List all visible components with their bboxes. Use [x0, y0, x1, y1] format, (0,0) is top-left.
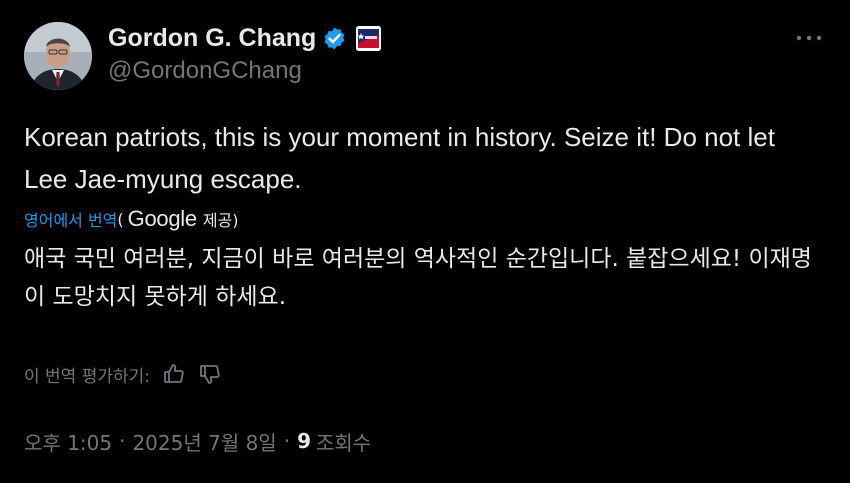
- cpac-badge-icon[interactable]: [356, 25, 382, 51]
- tweet-meta: 오후 1:05 · 2025년 7월 8일 · 9 조회수: [24, 426, 371, 456]
- thumbs-up-icon[interactable]: [162, 362, 186, 386]
- rate-translation-row: 이 번역 평가하기:: [24, 360, 222, 388]
- translation-attribution: 영어에서 번역 ( Google 제공): [24, 205, 239, 233]
- tweet-time[interactable]: 오후 1:05: [24, 427, 112, 456]
- meta-separator: ·: [283, 429, 291, 453]
- translated-from-english-link[interactable]: 영어에서 번역: [24, 207, 117, 231]
- attribution-open-paren: (: [117, 209, 124, 229]
- google-logo: Google: [127, 206, 197, 231]
- rate-translation-label: 이 번역 평가하기:: [24, 366, 151, 387]
- tweet-text: Korean patriots, this is your moment in …: [24, 122, 775, 194]
- author-display-name[interactable]: Gordon G. Chang: [108, 24, 316, 53]
- attribution-suffix: 제공): [202, 211, 239, 230]
- translated-text: 애국 국민 여러분, 지금이 바로 여러분의 역사적인 순간입니다. 붙잡으세요…: [24, 246, 812, 310]
- author-name-row: Gordon G. Chang: [108, 22, 382, 54]
- avatar-photo: [24, 22, 92, 90]
- views-label: 조회수: [315, 430, 372, 455]
- meta-separator: ·: [119, 429, 126, 453]
- author-handle[interactable]: @GordonGChang: [108, 57, 302, 85]
- more-options-icon[interactable]: [792, 28, 826, 48]
- verified-badge-icon[interactable]: [322, 26, 347, 51]
- views-count: 9: [297, 429, 311, 453]
- author-avatar[interactable]: [24, 22, 92, 90]
- thumbs-down-icon[interactable]: [198, 362, 222, 386]
- tweet-date[interactable]: 2025년 7월 8일: [132, 427, 276, 456]
